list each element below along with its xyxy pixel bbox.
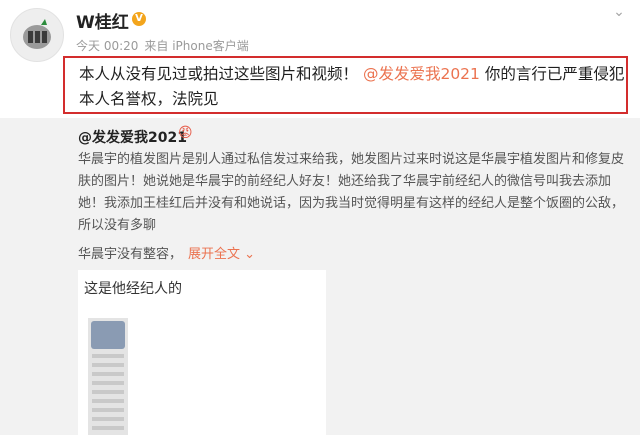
chevron-down-icon: ⌄ [244,247,256,262]
expand-full-label: 展开全文 [188,247,241,262]
repost-text: 华晨宇的植发图片是别人通过私信发过来给我，她发图片过来时说这是华晨宇植发图片和修… [78,152,625,233]
post-text-before: 本人从没有见过或拍过这些图片和视频！ [79,65,359,83]
thumbnail-row [92,363,124,367]
expand-full-link[interactable]: 展开全文 ⌄ [188,247,255,262]
repost-more-text: 华晨宇没有整容， [78,247,183,262]
angry-emoji-icon: 😡 [178,125,193,141]
post-mention[interactable]: @发发爱我2021 [363,65,480,83]
repost-image-caption: 这是他经纪人的 [84,281,182,297]
post-time: 今天 00:20 [76,39,139,53]
thumbnail-row [92,381,124,385]
repost-more: 华晨宇没有整容， 展开全文 ⌄ [78,243,255,262]
thumbnail-row [92,408,124,412]
thumbnail-row [92,417,124,421]
thumbnail-row [92,354,124,358]
avatar[interactable] [10,8,64,62]
post-text: 本人从没有见过或拍过这些图片和视频！ @发发爱我2021 你的言行已严重侵犯本人… [79,62,625,112]
thumbnail-row [92,399,124,403]
repost-user[interactable]: @发发爱我2021 [78,127,187,147]
post-meta: 今天 00:20 来自 iPhone客户端 [76,37,255,54]
chevron-down-icon[interactable]: ⌄ [608,4,630,20]
post-source: 来自 iPhone客户端 [144,39,249,53]
verified-badge: V [132,12,146,26]
thumbnail-row [92,390,124,394]
author-name[interactable]: W桂红 [76,8,129,33]
thumbnail-row [92,372,124,376]
thumbnail-row [92,426,124,430]
screenshot-thumbnail[interactable] [88,318,128,435]
thumbnail-photo [91,321,125,349]
